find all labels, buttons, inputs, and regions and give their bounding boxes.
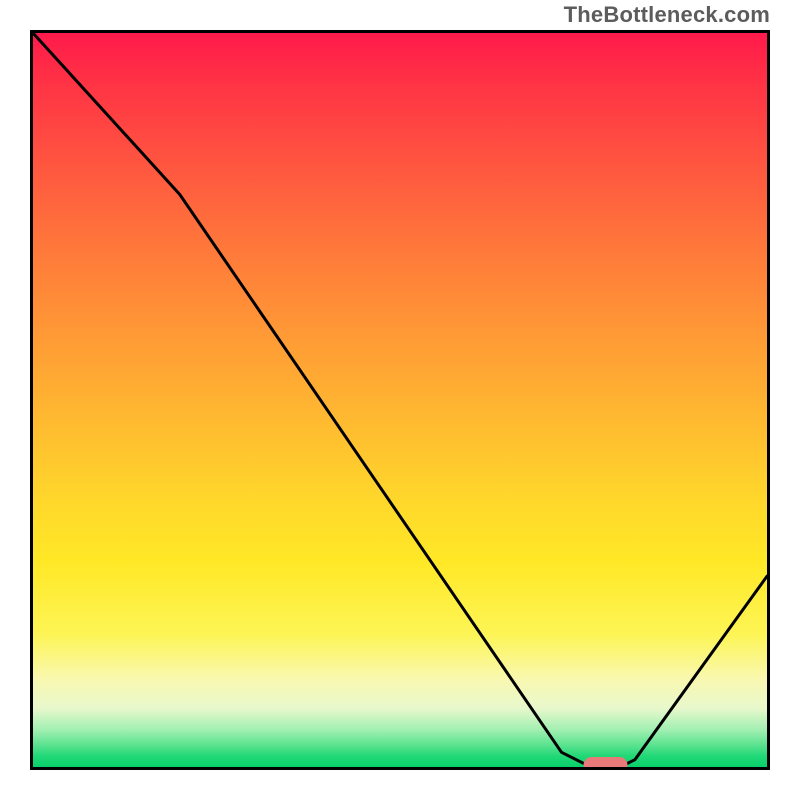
chart-frame (30, 30, 770, 770)
chart-marker-pill (584, 757, 628, 767)
chart-curve (33, 33, 767, 767)
chart-svg-layer (33, 33, 767, 767)
watermark-text: TheBottleneck.com (564, 2, 770, 28)
